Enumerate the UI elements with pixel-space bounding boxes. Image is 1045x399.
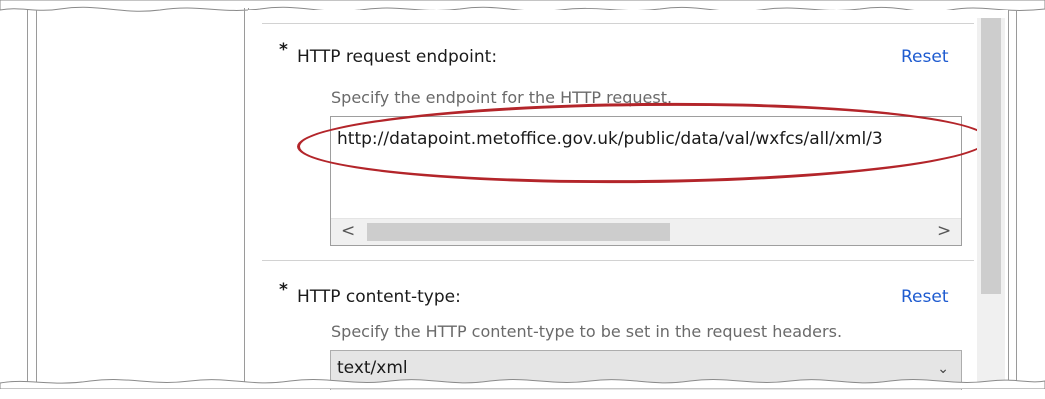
endpoint-textarea[interactable]: http://datapoint.metoffice.gov.uk/public… [330,116,962,246]
scroll-right-arrow-icon[interactable]: > [937,221,951,241]
horizontal-scroll-thumb[interactable] [367,223,670,241]
splitter-left-border [244,8,245,389]
vertical-scroll-thumb[interactable] [981,18,1001,294]
required-marker: * [279,40,288,60]
top-separator [262,23,974,24]
content-type-label: HTTP content-type: [297,287,461,307]
field-separator [262,260,974,261]
torn-bottom-edge [0,379,1045,389]
endpoint-description: Specify the endpoint for the HTTP reques… [331,88,673,107]
content-type-reset-link[interactable]: Reset [901,287,949,307]
required-marker: * [279,280,288,300]
endpoint-value[interactable]: http://datapoint.metoffice.gov.uk/public… [337,129,883,149]
outer-right-border [1016,10,1017,389]
endpoint-horizontal-scrollbar[interactable]: < > [331,218,961,245]
endpoint-reset-link[interactable]: Reset [901,47,949,67]
left-panel [37,14,246,384]
scroll-left-arrow-icon[interactable]: < [341,221,355,241]
content-type-description: Specify the HTTP content-type to be set … [331,322,843,341]
endpoint-label: HTTP request endpoint: [297,47,498,67]
outer-left-border [27,10,28,389]
right-panel-border [1008,10,1009,389]
